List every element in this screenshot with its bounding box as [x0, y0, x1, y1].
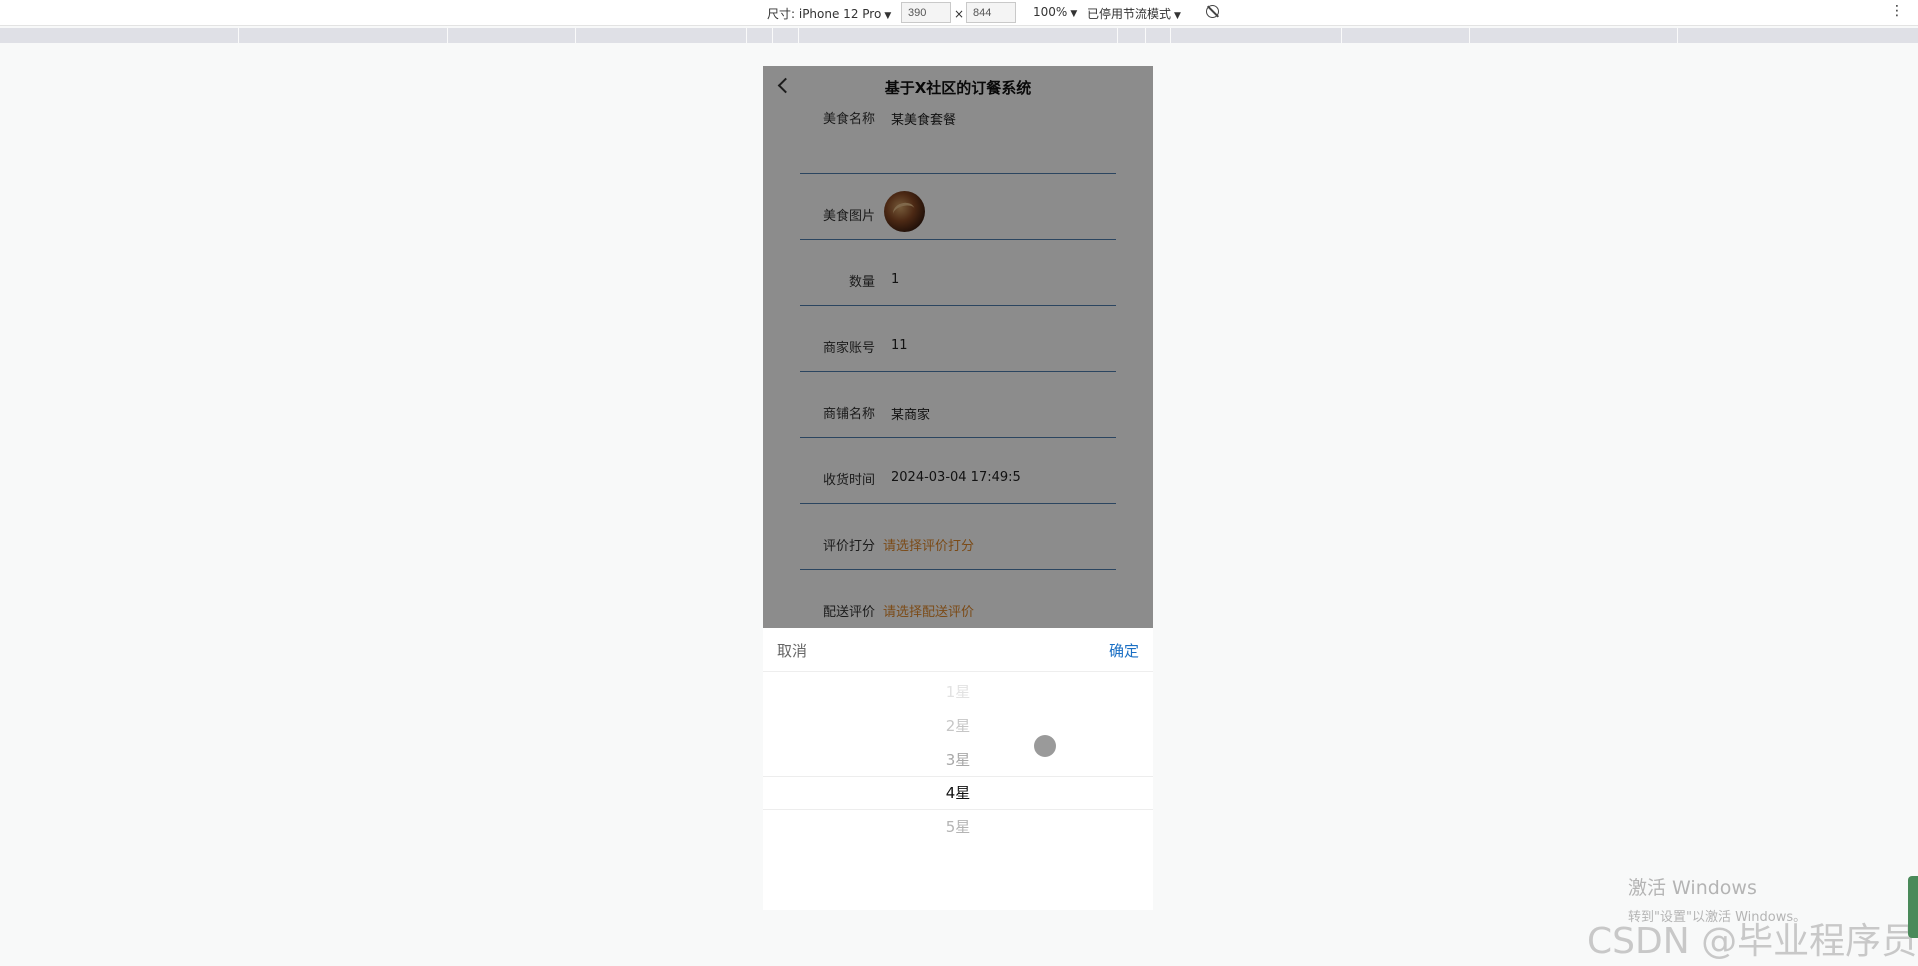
device-select[interactable]: 尺寸: iPhone 12 Pro ▼	[767, 5, 891, 22]
picker-toolbar: 取消 确定	[763, 628, 1153, 672]
viewport-width-input[interactable]	[901, 2, 951, 23]
caret-down-icon: ▼	[884, 11, 892, 21]
media-query-ruler[interactable]	[0, 28, 1918, 43]
zoom-select[interactable]: 100% ▼	[1033, 5, 1077, 19]
picker-option[interactable]: 3星	[763, 743, 1153, 777]
picker-option[interactable]: 1星	[763, 675, 1153, 709]
zoom-label: 100%	[1033, 5, 1068, 19]
device-label: 尺寸: iPhone 12 Pro	[767, 7, 882, 21]
picker-option[interactable]: 5星	[763, 810, 1153, 844]
dimension-separator: ×	[954, 7, 965, 21]
viewport-height-input[interactable]	[966, 2, 1016, 23]
throttle-select[interactable]: 已停用节流模式 ▼	[1087, 5, 1181, 22]
more-options-icon[interactable]: ⋮	[1890, 3, 1904, 19]
caret-down-icon: ▼	[1070, 9, 1078, 19]
picker-overlay[interactable]	[763, 66, 1153, 628]
phone-viewport: 基于X社区的订餐系统 美食名称 某美食套餐 美食图片 数量 1 商家账号 11 …	[763, 66, 1153, 910]
rating-picker: 取消 确定 1星 2星 3星 4星 5星	[763, 628, 1153, 910]
picker-option-selected[interactable]: 4星	[763, 776, 1153, 810]
csdn-watermark: CSDN @毕业程序员	[1587, 921, 1918, 962]
caret-down-icon: ▼	[1174, 11, 1181, 21]
picker-option[interactable]: 2星	[763, 709, 1153, 743]
devtools-device-toolbar: 尺寸: iPhone 12 Pro▼ × 100%▼ 已停用节流模式▼ ⋮	[0, 0, 1918, 26]
watermark-line1: 激活 Windows	[1628, 877, 1757, 899]
touch-cursor	[1034, 735, 1056, 757]
cancel-button[interactable]: 取消	[777, 640, 807, 661]
confirm-button[interactable]: 确定	[1109, 640, 1139, 661]
throttle-label: 已停用节流模式	[1087, 7, 1172, 21]
side-widget[interactable]	[1908, 876, 1918, 938]
rotate-icon[interactable]	[1206, 5, 1219, 18]
